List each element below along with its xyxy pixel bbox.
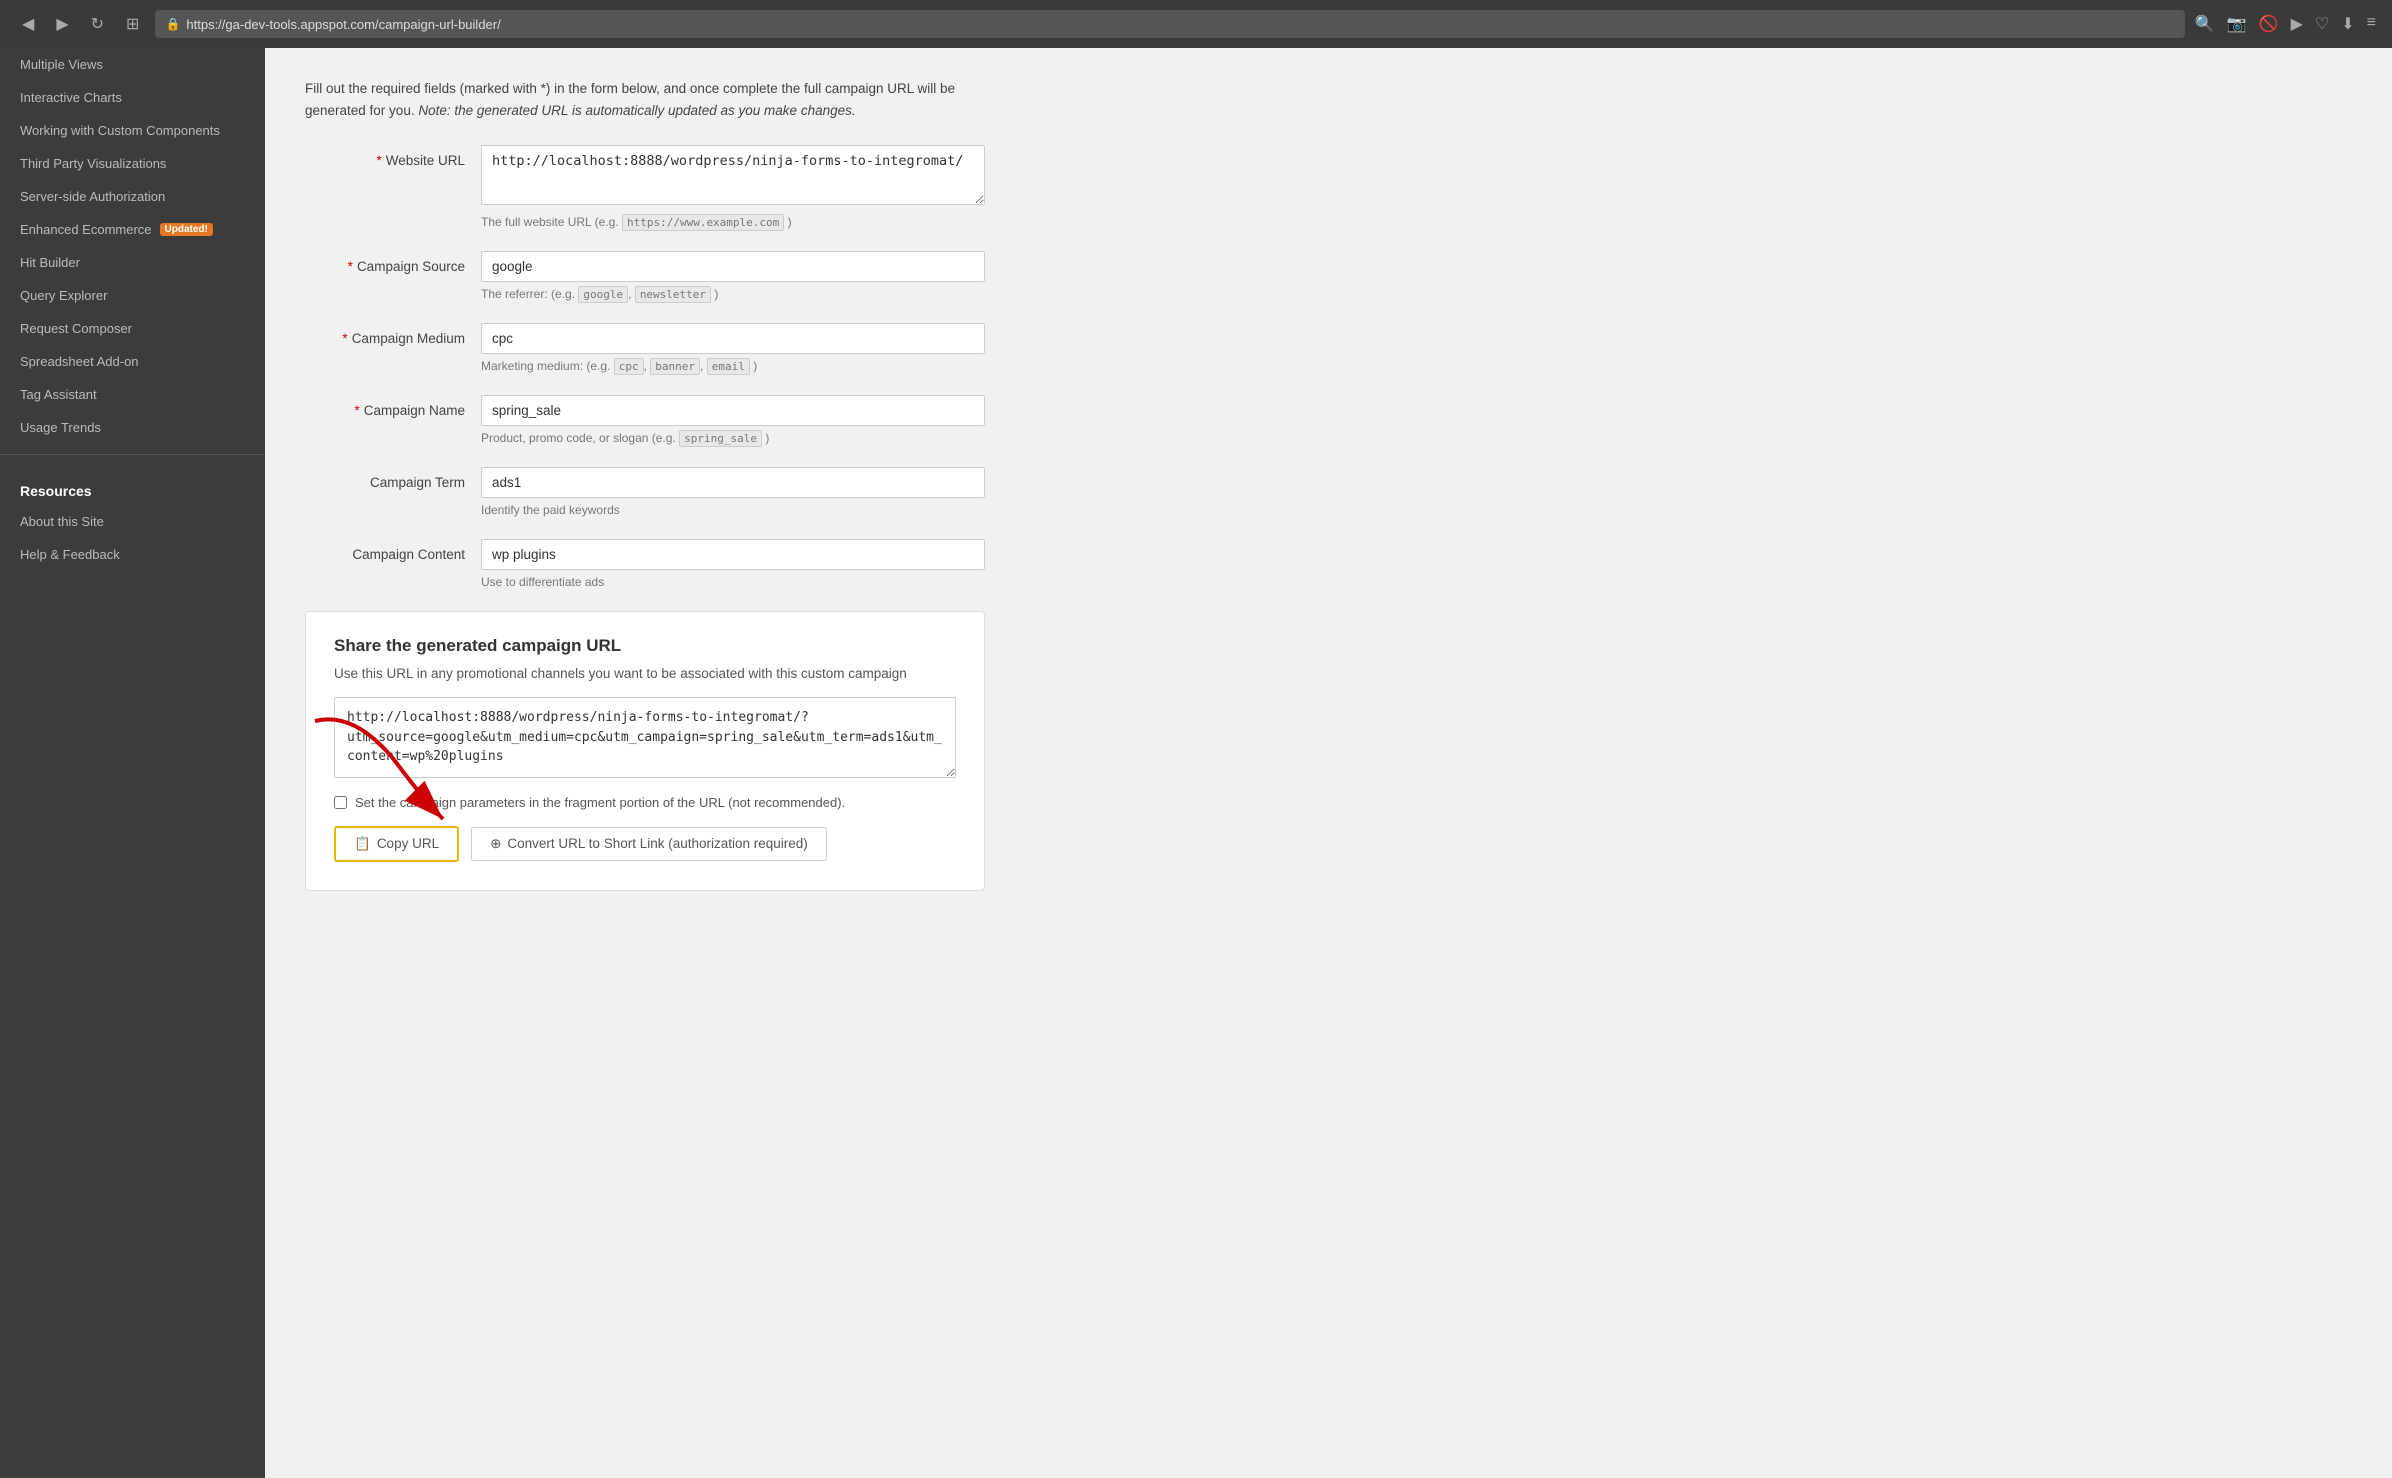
resources-header: Resources [0,465,265,505]
campaign-content-field: Use to differentiate ads [481,539,985,589]
sidebar-item-tag-assistant[interactable]: Tag Assistant [0,378,265,411]
sidebar-divider [0,454,265,455]
campaign-content-input[interactable] [481,539,985,570]
content-area: Fill out the required fields (marked wit… [265,48,2392,1478]
search-icon[interactable]: 🔍 [2195,14,2215,34]
campaign-medium-hint: Marketing medium: (e.g. cpc, banner, ema… [481,359,985,373]
heart-icon[interactable]: ♡ [2315,14,2329,34]
clipboard-icon: 📋 [354,836,371,852]
browser-chrome: ◀ ▶ ↻ ⊞ 🔒 https://ga-dev-tools.appspot.c… [0,0,2392,48]
sidebar-item-query-explorer[interactable]: Query Explorer [0,279,265,312]
website-url-hint: The full website URL (e.g. https://www.e… [481,215,985,229]
form-row-website-url: *Website URL The full website URL (e.g. … [305,145,985,229]
action-buttons: 📋 Copy URL ⊕ Convert URL to Short Link (… [334,826,956,862]
back-button[interactable]: ◀ [16,10,40,38]
sidebar-item-hit-builder[interactable]: Hit Builder [0,246,265,279]
required-star-2: * [348,259,353,274]
updated-badge: Updated! [160,223,213,236]
sidebar-item-custom-components[interactable]: Working with Custom Components [0,114,265,147]
intro-note: Note: the generated URL is automatically… [418,103,855,118]
form-row-campaign-source: *Campaign Source The referrer: (e.g. goo… [305,251,985,301]
browser-icons-right: 🔍 📷 🚫 ▶ ♡ ⬇ ≡ [2195,14,2376,34]
generated-url-textarea[interactable] [334,697,956,778]
menu-icon[interactable]: ≡ [2367,14,2376,34]
copy-url-button[interactable]: 📋 Copy URL [334,826,459,862]
sidebar-item-third-party[interactable]: Third Party Visualizations [0,147,265,180]
campaign-source-hint: The referrer: (e.g. google, newsletter ) [481,287,985,301]
sidebar-item-usage-trends[interactable]: Usage Trends [0,411,265,444]
sidebar-item-spreadsheet[interactable]: Spreadsheet Add-on [0,345,265,378]
campaign-content-hint: Use to differentiate ads [481,575,985,589]
campaign-term-hint: Identify the paid keywords [481,503,985,517]
refresh-button[interactable]: ↻ [85,10,110,38]
campaign-medium-label: *Campaign Medium [305,323,465,346]
campaign-term-field: Identify the paid keywords [481,467,985,517]
camera-icon[interactable]: 📷 [2227,14,2247,34]
website-url-input[interactable] [481,145,985,205]
convert-url-button[interactable]: ⊕ Convert URL to Short Link (authorizati… [471,827,827,861]
campaign-medium-field: Marketing medium: (e.g. cpc, banner, ema… [481,323,985,373]
fragment-checkbox-row: Set the campaign parameters in the fragm… [334,795,956,810]
url-text: https://ga-dev-tools.appspot.com/campaig… [186,17,500,32]
fragment-checkbox[interactable] [334,796,347,809]
url-bar[interactable]: 🔒 https://ga-dev-tools.appspot.com/campa… [155,10,2184,38]
download-icon[interactable]: ⬇ [2341,14,2354,34]
required-star-3: * [342,331,347,346]
form-row-campaign-name: *Campaign Name Product, promo code, or s… [305,395,985,445]
forward-button[interactable]: ▶ [50,10,74,38]
required-star-4: * [354,403,359,418]
sidebar-item-help[interactable]: Help & Feedback [0,538,265,571]
sidebar-item-server-auth[interactable]: Server-side Authorization [0,180,265,213]
campaign-name-field: Product, promo code, or slogan (e.g. spr… [481,395,985,445]
share-box-wrapper: Share the generated campaign URL Use thi… [305,611,2352,891]
main-layout: Multiple Views Interactive Charts Workin… [0,48,2392,1478]
enhanced-ecommerce-label: Enhanced Ecommerce [20,222,152,237]
campaign-name-label: *Campaign Name [305,395,465,418]
grid-button[interactable]: ⊞ [120,10,145,38]
sidebar-item-interactive-charts[interactable]: Interactive Charts [0,81,265,114]
form-row-campaign-content: Campaign Content Use to differentiate ad… [305,539,985,589]
campaign-source-field: The referrer: (e.g. google, newsletter ) [481,251,985,301]
form-container: *Website URL The full website URL (e.g. … [305,145,985,589]
campaign-term-input[interactable] [481,467,985,498]
link-icon: ⊕ [490,836,501,852]
intro-text: Fill out the required fields (marked wit… [305,78,985,121]
lock-icon: 🔒 [165,17,180,31]
sidebar-item-enhanced-ecommerce[interactable]: Enhanced Ecommerce Updated! [0,213,265,246]
campaign-name-input[interactable] [481,395,985,426]
campaign-term-label: Campaign Term [305,467,465,490]
form-row-campaign-medium: *Campaign Medium Marketing medium: (e.g.… [305,323,985,373]
share-title: Share the generated campaign URL [334,636,956,656]
sidebar: Multiple Views Interactive Charts Workin… [0,48,265,1478]
website-url-field: The full website URL (e.g. https://www.e… [481,145,985,229]
form-row-campaign-term: Campaign Term Identify the paid keywords [305,467,985,517]
sidebar-item-request-composer[interactable]: Request Composer [0,312,265,345]
fragment-label: Set the campaign parameters in the fragm… [355,795,845,810]
required-star: * [376,153,381,168]
sidebar-item-multiple-views[interactable]: Multiple Views [0,48,265,81]
website-url-label: *Website URL [305,145,465,168]
sidebar-item-about[interactable]: About this Site [0,505,265,538]
share-box: Share the generated campaign URL Use thi… [305,611,985,891]
campaign-source-label: *Campaign Source [305,251,465,274]
campaign-content-label: Campaign Content [305,539,465,562]
campaign-name-hint: Product, promo code, or slogan (e.g. spr… [481,431,985,445]
play-icon[interactable]: ▶ [2291,14,2303,34]
campaign-source-input[interactable] [481,251,985,282]
campaign-medium-input[interactable] [481,323,985,354]
share-desc: Use this URL in any promotional channels… [334,666,956,681]
block-icon[interactable]: 🚫 [2259,14,2279,34]
